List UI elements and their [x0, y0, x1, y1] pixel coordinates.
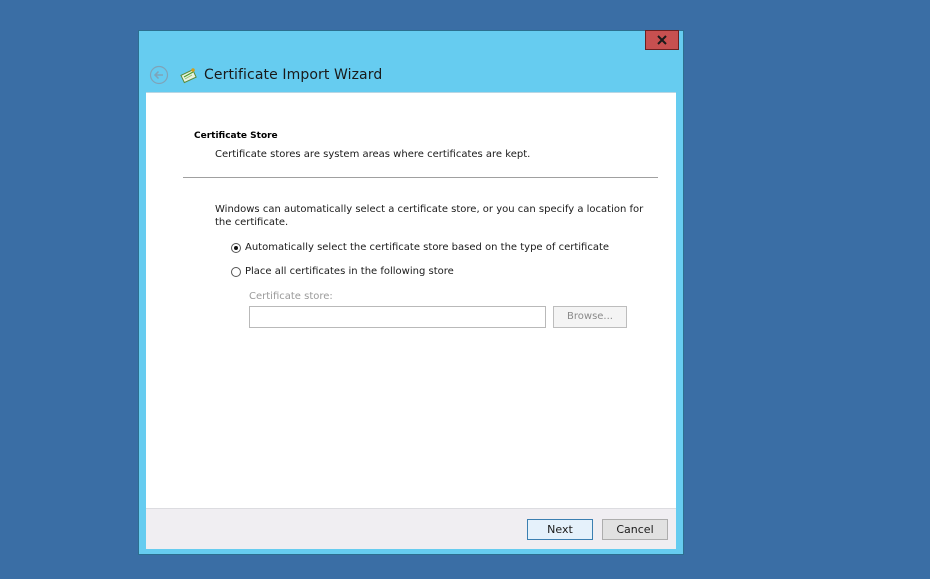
intro-text: Windows can automatically select a certi… — [215, 204, 644, 228]
header-divider — [183, 177, 658, 178]
certificate-icon — [180, 68, 197, 84]
wizard-content: Certificate Store Certificate stores are… — [146, 92, 676, 509]
radio-manual-indicator[interactable] — [231, 266, 241, 277]
radio-auto-select[interactable]: Automatically select the certificate sto… — [231, 242, 609, 253]
next-button[interactable]: Next — [527, 519, 593, 540]
window-title: Certificate Import Wizard — [204, 67, 383, 83]
wizard-window: Certificate Import Wizard Certificate St… — [138, 30, 684, 555]
cancel-button[interactable]: Cancel — [602, 519, 668, 540]
radio-manual-label: Place all certificates in the following … — [245, 266, 454, 277]
page-heading: Certificate Store — [194, 131, 278, 141]
certificate-store-input[interactable] — [249, 306, 546, 328]
back-button[interactable] — [149, 65, 169, 85]
browse-button[interactable]: Browse... — [553, 306, 627, 328]
page-subheading: Certificate stores are system areas wher… — [215, 149, 531, 160]
certificate-store-label: Certificate store: — [249, 291, 333, 302]
wizard-footer: Next Cancel — [146, 508, 676, 549]
radio-place-in-store[interactable]: Place all certificates in the following … — [231, 266, 454, 277]
close-button[interactable] — [645, 30, 679, 50]
back-arrow-icon — [149, 65, 169, 85]
title-bar: Certificate Import Wizard — [149, 63, 382, 87]
radio-auto-indicator[interactable] — [231, 242, 241, 253]
close-icon — [657, 35, 667, 45]
radio-auto-label: Automatically select the certificate sto… — [245, 242, 610, 253]
